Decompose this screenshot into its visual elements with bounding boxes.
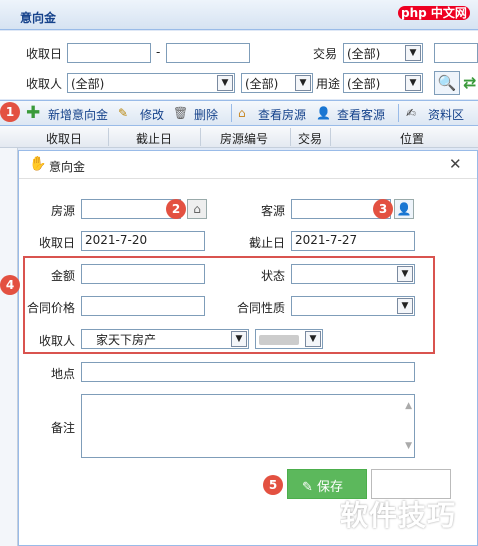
grid-row-gutter bbox=[0, 148, 18, 546]
receiver2-select[interactable]: (全部) ▼ bbox=[241, 73, 313, 93]
edit-button[interactable]: 修改 bbox=[140, 106, 164, 123]
chevron-down-icon: ▼ bbox=[305, 331, 321, 347]
chevron-down-icon: ▼ bbox=[295, 75, 311, 91]
php-watermark: php 中文网 bbox=[398, 4, 478, 26]
status-select[interactable]: ▼ bbox=[291, 264, 415, 284]
trade-select[interactable]: (全部) ▼ bbox=[343, 43, 423, 63]
step-badge-2: 2 bbox=[166, 199, 186, 219]
end-date-input[interactable]: 2021-7-27 bbox=[291, 231, 415, 251]
location-input[interactable] bbox=[81, 362, 415, 382]
refresh-icon[interactable]: ⇄ bbox=[463, 73, 478, 93]
recv-date-label: 收取日 bbox=[39, 236, 76, 250]
amount-input[interactable] bbox=[81, 264, 205, 284]
contract-type-label: 合同性质 bbox=[237, 301, 286, 315]
contract-price-input[interactable] bbox=[81, 296, 205, 316]
extra-filter-input[interactable] bbox=[434, 43, 478, 63]
trade-label: 交易 bbox=[313, 47, 338, 61]
filter-area: 收取日 - 交易 (全部) ▼ 收取人 (全部) ▼ (全部) ▼ 用途 (全部) ▼ … bbox=[0, 31, 478, 99]
chevron-down-icon: ▼ bbox=[405, 45, 421, 61]
add-button[interactable]: 新增意向金 bbox=[48, 106, 108, 123]
add-icon: ✚ bbox=[26, 103, 41, 123]
recv-date-input[interactable]: 2021-7-20 bbox=[81, 231, 205, 251]
remark-label: 备注 bbox=[51, 421, 76, 435]
close-icon[interactable]: ✕ bbox=[449, 155, 462, 173]
step-badge-3: 3 bbox=[373, 199, 393, 219]
col-end-date[interactable]: 截止日 bbox=[136, 130, 172, 147]
receiver-label: 收取人 bbox=[26, 77, 63, 91]
house-label: 房源 bbox=[51, 204, 76, 218]
purpose-select[interactable]: (全部) ▼ bbox=[343, 73, 423, 93]
col-recv-date[interactable]: 收取日 bbox=[46, 130, 82, 147]
purpose-label: 用途 bbox=[316, 77, 341, 91]
watermark-text: 软件技巧 bbox=[340, 499, 457, 532]
col-house-no[interactable]: 房源编号 bbox=[220, 130, 268, 147]
chevron-down-icon: ▼ bbox=[397, 298, 413, 314]
receiver-select[interactable]: 家天下房产 ▼ bbox=[81, 329, 249, 349]
client-label: 客源 bbox=[261, 204, 286, 218]
amount-label: 金额 bbox=[51, 269, 76, 283]
recv-date-end-input[interactable] bbox=[166, 43, 250, 63]
house-icon: ⌂ bbox=[238, 106, 246, 120]
receiver-person-select[interactable]: ▼ bbox=[255, 329, 323, 349]
chevron-down-icon: ▼ bbox=[405, 75, 421, 91]
step-badge-1: 1 bbox=[0, 102, 20, 122]
chevron-down-icon: ▼ bbox=[231, 331, 247, 347]
recv-date-label: 收取日 bbox=[26, 47, 63, 61]
chevron-down-icon: ▼ bbox=[217, 75, 233, 91]
scroll-down-icon[interactable]: ▼ bbox=[405, 441, 412, 451]
docs-icon: ✍ bbox=[406, 106, 417, 120]
dialog-titlebar: ✋ 意向金 ✕ bbox=[19, 151, 477, 179]
receiver-select[interactable]: (全部) ▼ bbox=[67, 73, 235, 93]
contract-price-label: 合同价格 bbox=[27, 301, 76, 315]
contract-type-select[interactable]: ▼ bbox=[291, 296, 415, 316]
remark-textarea[interactable]: ▲ ▼ bbox=[81, 394, 415, 458]
pencil-icon: ✎ bbox=[302, 480, 318, 495]
recv-date-start-input[interactable] bbox=[67, 43, 151, 63]
toolbar: ✚ 新增意向金 ✎ 修改 🗑 删除 ⌂ 查看房源 👤 查看客源 ✍ 资料区 bbox=[0, 100, 478, 126]
trash-icon: 🗑 bbox=[173, 106, 189, 120]
client-picker-icon[interactable]: 👤 bbox=[394, 199, 414, 219]
toolbar-divider bbox=[231, 104, 232, 122]
user-icon: 👤 bbox=[316, 106, 331, 120]
step-badge-5: 5 bbox=[263, 475, 283, 495]
view-house-button[interactable]: 查看房源 bbox=[258, 106, 306, 123]
earnest-money-dialog: ✋ 意向金 ✕ 房源 ⌂ 客源 👤 收取日 2021-7-20 截止日 2021… bbox=[18, 150, 478, 546]
house-picker-icon[interactable]: ⌂ bbox=[187, 199, 207, 219]
delete-button[interactable]: 删除 bbox=[194, 106, 218, 123]
col-location[interactable]: 位置 bbox=[400, 130, 424, 147]
scroll-up-icon[interactable]: ▲ bbox=[405, 401, 412, 411]
docs-button[interactable]: 资料区 bbox=[428, 106, 464, 123]
hand-icon: ✋ bbox=[29, 156, 47, 172]
view-client-button[interactable]: 查看客源 bbox=[337, 106, 385, 123]
blurred-name bbox=[259, 335, 299, 345]
grid-header: 收取日 截止日 房源编号 交易 位置 bbox=[0, 126, 478, 148]
search-icon[interactable]: 🔍 bbox=[434, 71, 460, 95]
col-trade[interactable]: 交易 bbox=[298, 130, 322, 147]
dialog-title: 意向金 bbox=[49, 160, 86, 174]
date-separator: - bbox=[156, 45, 161, 59]
toolbar-divider bbox=[398, 104, 399, 122]
edit-icon: ✎ bbox=[118, 106, 129, 120]
status-label: 状态 bbox=[261, 269, 286, 283]
step-badge-4: 4 bbox=[0, 275, 20, 295]
chevron-down-icon: ▼ bbox=[397, 266, 413, 282]
end-date-label: 截止日 bbox=[249, 236, 286, 250]
receiver-label: 收取人 bbox=[39, 334, 76, 348]
location-label: 地点 bbox=[51, 367, 76, 381]
